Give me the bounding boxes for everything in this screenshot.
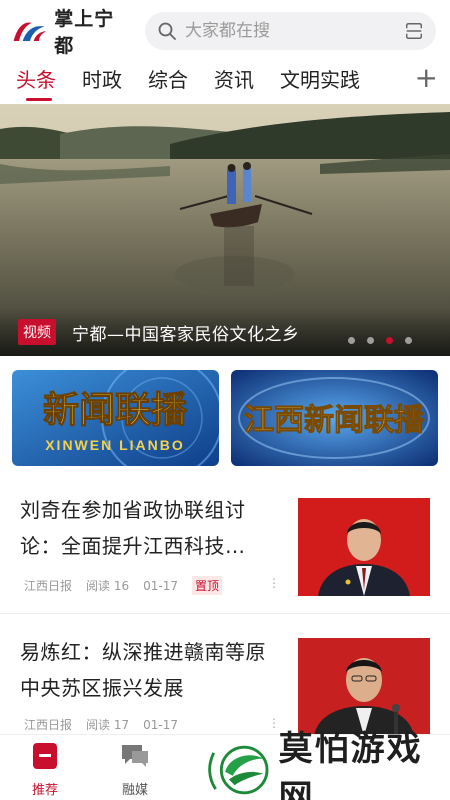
news-date: 01-17 (143, 717, 179, 732)
carousel-dot[interactable] (348, 337, 355, 344)
news-item[interactable]: 刘奇在参加省政协联组讨论：全面提升江西科技… 江西日报 阅读 16 01-17 … (0, 480, 450, 614)
news-reads: 阅读 17 (86, 716, 129, 733)
media-chat-icon (122, 745, 148, 767)
news-date: 01-17 (143, 578, 179, 593)
news-item[interactable]: 易炼红：纵深推进赣南等原中央苏区振兴发展 江西日报 阅读 17 01-17 ⋮ (0, 622, 450, 736)
portrait-image (298, 498, 430, 596)
app-header: 掌上宁都 (0, 0, 450, 62)
video-tag: 视频 (18, 319, 56, 345)
tab-civilization-practice[interactable]: 文明实践 (280, 62, 360, 93)
banner-caption[interactable]: 宁都—中国客家民俗文化之乡 (72, 320, 300, 345)
search-input[interactable] (185, 21, 404, 41)
carousel-dot[interactable] (405, 337, 412, 344)
add-channel-button[interactable]: + (415, 64, 438, 92)
more-options-icon[interactable]: ⋮ (268, 576, 280, 590)
pinned-badge: 置顶 (192, 576, 223, 595)
banner-carousel[interactable]: 视频 宁都—中国客家民俗文化之乡 (0, 104, 450, 356)
reads-count: 16 (113, 579, 130, 593)
news-title[interactable]: 易炼红：纵深推进赣南等原中央苏区振兴发展 (20, 634, 272, 706)
nav-label: 融媒 (121, 783, 148, 798)
recommend-icon (33, 743, 57, 769)
tab-politics[interactable]: 时政 (82, 62, 122, 93)
app-logo[interactable]: 掌上宁都 (10, 4, 127, 58)
watermark-logo-icon (208, 745, 269, 795)
tab-info[interactable]: 资讯 (214, 62, 254, 93)
news-meta: 江西日报 阅读 17 01-17 (24, 716, 178, 733)
carousel-dot[interactable] (367, 337, 374, 344)
news-source: 江西日报 (24, 718, 73, 732)
tab-headlines[interactable]: 头条 (16, 62, 56, 101)
watermark: 莫怕游戏网 (208, 729, 450, 800)
search-bar[interactable] (145, 12, 436, 50)
carousel-indicator (348, 337, 412, 344)
reads-label: 阅读 (86, 718, 111, 732)
reads-label: 阅读 (86, 579, 111, 593)
nav-media[interactable]: 融媒 (105, 741, 165, 798)
news-reads: 阅读 16 (86, 577, 129, 594)
news-meta: 江西日报 阅读 16 01-17 置顶 (24, 576, 223, 595)
app-name: 掌上宁都 (54, 8, 115, 57)
carousel-dot-active[interactable] (386, 337, 393, 344)
program-cards: 新闻联播 XINWEN LIANBO 江西新闻联播 (12, 370, 438, 466)
banner-caption-bar: 视频 宁都—中国客家民俗文化之乡 (0, 308, 450, 356)
news-title[interactable]: 刘奇在参加省政协联组讨论：全面提升江西科技… (20, 492, 272, 564)
watermark-text: 莫怕游戏网 (278, 729, 423, 800)
news-source: 江西日报 (24, 579, 73, 593)
ningdu-logo-icon (13, 22, 47, 42)
scan-icon[interactable] (404, 21, 424, 41)
program-subtitle: XINWEN LIANBO (45, 437, 185, 453)
tabs-fade (382, 62, 412, 102)
nav-recommend[interactable]: 推荐 (15, 741, 75, 798)
program-card-xinwen-lianbo[interactable]: 新闻联播 XINWEN LIANBO (12, 370, 219, 466)
jiangxi-news-thumbnail: 江西新闻联播 (231, 370, 438, 466)
nav-label: 推荐 (31, 783, 58, 798)
reads-count: 17 (113, 718, 130, 732)
news-thumbnail[interactable] (298, 498, 430, 596)
search-icon (158, 22, 176, 40)
xinwen-lianbo-thumbnail: 新闻联播 XINWEN LIANBO (12, 370, 219, 466)
program-card-jiangxi-news[interactable]: 江西新闻联播 (231, 370, 438, 466)
program-title: 新闻联播 (43, 389, 188, 431)
program-title: 江西新闻联播 (244, 403, 425, 438)
tab-general[interactable]: 综合 (148, 62, 188, 93)
